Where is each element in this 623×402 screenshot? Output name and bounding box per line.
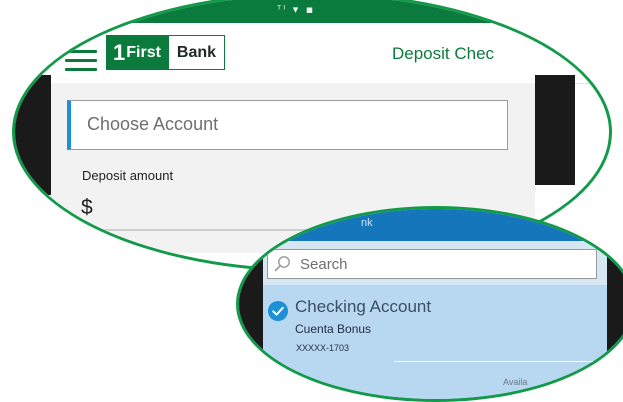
status-icons: ᵀᴵ ▾ ▪ — [277, 3, 316, 16]
list-divider — [394, 361, 614, 362]
page-title: Deposit Chec — [392, 44, 495, 63]
phone-edge-left — [15, 75, 51, 195]
choose-account-label: Choose Account — [87, 114, 219, 134]
picker-header-text: nk — [361, 217, 373, 229]
currency-symbol: $ — [81, 196, 93, 219]
search-icon — [274, 256, 290, 272]
phone-edge-left — [239, 243, 263, 399]
account-number: XXXXX-1703 — [296, 343, 350, 353]
phone-edge-right — [535, 75, 575, 185]
available-balance-label: Availa — [503, 377, 528, 387]
app-header — [15, 23, 609, 84]
search-input[interactable]: Search — [267, 249, 597, 279]
bottom-zoom-lens: nk Search Checking Account Cuenta Bonus … — [236, 206, 623, 402]
logo-bank-block: Bank — [168, 36, 225, 69]
deposit-amount-label: Deposit amount — [82, 168, 174, 183]
logo-number: 1 — [113, 39, 126, 65]
choose-account-field[interactable]: Choose Account — [67, 100, 508, 150]
phone-edge-right — [607, 243, 623, 399]
account-subtitle: Cuenta Bonus — [295, 322, 372, 336]
account-name: Checking Account — [295, 297, 432, 316]
first-bank-logo: 1 First Bank — [106, 35, 226, 70]
menu-icon[interactable] — [65, 50, 97, 71]
logo-first: First — [126, 43, 161, 61]
account-picker-header: nk — [239, 209, 623, 241]
logo-bank: Bank — [176, 43, 217, 61]
check-icon — [268, 301, 288, 321]
logo-brand-block: 1 First — [107, 36, 169, 69]
status-bar: ᵀᴵ ▾ ▪ — [15, 0, 609, 23]
search-placeholder: Search — [300, 256, 348, 273]
